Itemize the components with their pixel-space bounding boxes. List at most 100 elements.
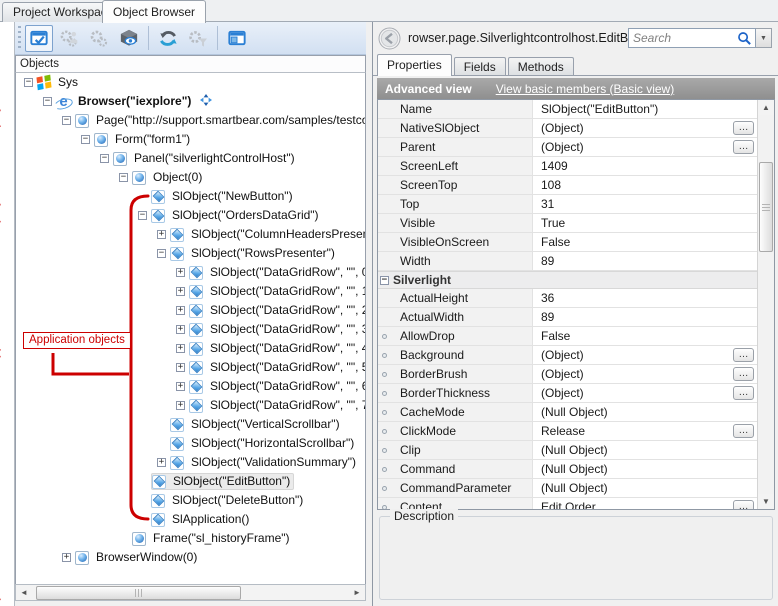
property-value[interactable]: False [533, 235, 757, 249]
tree-row[interactable]: + SlObject("DataGridRow", "", 4) [16, 339, 365, 358]
property-value[interactable]: SlObject("EditButton") [533, 102, 757, 116]
tree-row[interactable]: − Panel("silverlightControlHost") [16, 149, 365, 168]
grid-vertical-scrollbar[interactable]: ▲ ▼ [757, 100, 774, 509]
tab-properties[interactable]: Properties [377, 54, 452, 76]
ellipsis-button[interactable]: … [733, 348, 754, 362]
property-value[interactable]: (Null Object) [533, 462, 757, 476]
property-row[interactable]: AllowDrop False [378, 327, 757, 346]
scrollbar-thumb[interactable] [36, 586, 241, 600]
property-row[interactable]: ActualWidth 89 [378, 308, 757, 327]
back-button[interactable] [378, 27, 401, 50]
property-value[interactable]: (Object) [533, 386, 757, 400]
property-row[interactable]: Command (Null Object) [378, 460, 757, 479]
scrollbar-thumb[interactable] [759, 162, 773, 252]
property-value[interactable]: (Null Object) [533, 443, 757, 457]
property-row[interactable]: Top 31 [378, 195, 757, 214]
property-value[interactable]: 89 [533, 310, 757, 324]
property-row[interactable]: CommandParameter (Null Object) [378, 479, 757, 498]
tree-row[interactable]: + BrowserWindow(0) [16, 548, 365, 567]
tree-row[interactable]: + SlObject("DataGridRow", "", 5) [16, 358, 365, 377]
tree-expander[interactable]: − [157, 249, 166, 258]
tree-expander[interactable]: − [81, 135, 90, 144]
ellipsis-button[interactable]: … [733, 367, 754, 381]
property-value[interactable]: False [533, 329, 757, 343]
tree-expander[interactable]: + [62, 553, 71, 562]
tree-expander[interactable]: + [157, 230, 166, 239]
tree-expander[interactable]: + [176, 306, 185, 315]
ellipsis-button[interactable]: … [733, 386, 754, 400]
tree-row[interactable]: − Form("form1") [16, 130, 365, 149]
property-value[interactable]: (Null Object) [533, 481, 757, 495]
property-value[interactable]: 1409 [533, 159, 757, 173]
show-panel-button[interactable] [223, 25, 251, 52]
property-row[interactable]: BorderThickness (Object) … [378, 384, 757, 403]
property-row[interactable]: VisibleOnScreen False [378, 233, 757, 252]
property-row[interactable]: ScreenLeft 1409 [378, 157, 757, 176]
tree-horizontal-scrollbar[interactable]: ◄ ► [15, 584, 366, 601]
property-value[interactable]: 89 [533, 254, 757, 268]
tree-row[interactable]: + SlObject("DataGridRow", "", 2) [16, 301, 365, 320]
tree-row[interactable]: − Object(0) [16, 168, 365, 187]
section-collapse-icon[interactable]: − [380, 276, 389, 285]
tab-fields[interactable]: Fields [454, 57, 506, 76]
property-row[interactable]: Background (Object) … [378, 346, 757, 365]
property-row[interactable]: CacheMode (Null Object) [378, 403, 757, 422]
tree-row[interactable]: + SlObject("DataGridRow", "", 7) [16, 396, 365, 415]
tree-expander[interactable]: + [157, 458, 166, 467]
tree-row[interactable]: + SlObject("DataGridRow", "", 3) [16, 320, 365, 339]
tree-row[interactable]: SlObject("HorizontalScrollbar") [16, 434, 365, 453]
tree-row[interactable]: SlApplication() [16, 510, 365, 529]
tree-row[interactable]: − SlObject("OrdersDataGrid") [16, 206, 365, 225]
tree-row[interactable]: + SlObject("ValidationSummary") [16, 453, 365, 472]
ellipsis-button[interactable]: … [733, 500, 754, 509]
property-row[interactable]: Content Edit Order … [378, 498, 757, 509]
property-row[interactable]: ClickMode Release … [378, 422, 757, 441]
tree-expander[interactable]: + [176, 268, 185, 277]
search-icon[interactable] [737, 31, 752, 46]
tree-expander[interactable]: − [138, 211, 147, 220]
ellipsis-button[interactable]: … [733, 121, 754, 135]
tree-row[interactable]: − Page("http://support.smartbear.com/sam… [16, 111, 365, 130]
property-row[interactable]: Visible True [378, 214, 757, 233]
property-row[interactable]: Width 89 [378, 252, 757, 271]
property-value[interactable]: (Object) [533, 140, 757, 154]
property-row[interactable]: Clip (Null Object) [378, 441, 757, 460]
property-row[interactable]: ScreenTop 108 [378, 176, 757, 195]
object-spy-button[interactable] [115, 25, 143, 52]
tree-row[interactable]: SlObject("NewButton") [16, 187, 365, 206]
ellipsis-button[interactable]: … [733, 424, 754, 438]
tree-row[interactable]: SlObject("DeleteButton") [16, 491, 365, 510]
highlight-object-button[interactable] [25, 25, 53, 52]
property-row[interactable]: ActualHeight 36 [378, 289, 757, 308]
tab-object-browser[interactable]: Object Browser [102, 0, 206, 23]
property-value[interactable]: (Object) [533, 121, 757, 135]
toolbar-grip[interactable] [18, 26, 21, 50]
tree-expander[interactable]: + [176, 344, 185, 353]
tree-expander[interactable]: + [176, 287, 185, 296]
property-value[interactable]: 108 [533, 178, 757, 192]
tree-row[interactable]: − Sys [16, 73, 365, 92]
tree-expander[interactable]: − [24, 78, 33, 87]
property-value[interactable]: True [533, 216, 757, 230]
tree-row[interactable]: Frame("sl_historyFrame") [16, 529, 365, 548]
property-section-header[interactable]: −Silverlight [378, 271, 757, 289]
property-row[interactable]: NativeSlObject (Object) … [378, 119, 757, 138]
property-value[interactable]: 36 [533, 291, 757, 305]
property-value[interactable]: Edit Order [533, 500, 757, 509]
scroll-up-icon[interactable]: ▲ [758, 100, 774, 115]
property-row[interactable]: Parent (Object) … [378, 138, 757, 157]
tree-expander[interactable]: + [176, 382, 185, 391]
property-value[interactable]: (Object) [533, 367, 757, 381]
tree-expander[interactable]: − [100, 154, 109, 163]
tree-row[interactable]: + SlObject("ColumnHeadersPresente [16, 225, 365, 244]
ellipsis-button[interactable]: … [733, 140, 754, 154]
property-row[interactable]: BorderBrush (Object) … [378, 365, 757, 384]
basic-view-link[interactable]: View basic members (Basic view) [496, 82, 675, 96]
scroll-right-icon[interactable]: ► [349, 585, 365, 600]
tree-expander[interactable]: − [43, 97, 52, 106]
property-value[interactable]: (Null Object) [533, 405, 757, 419]
tree-row[interactable]: − SlObject("RowsPresenter") [16, 244, 365, 263]
property-row[interactable]: Name SlObject("EditButton") [378, 100, 757, 119]
tree-expander[interactable]: − [119, 173, 128, 182]
scroll-down-icon[interactable]: ▼ [758, 494, 774, 509]
